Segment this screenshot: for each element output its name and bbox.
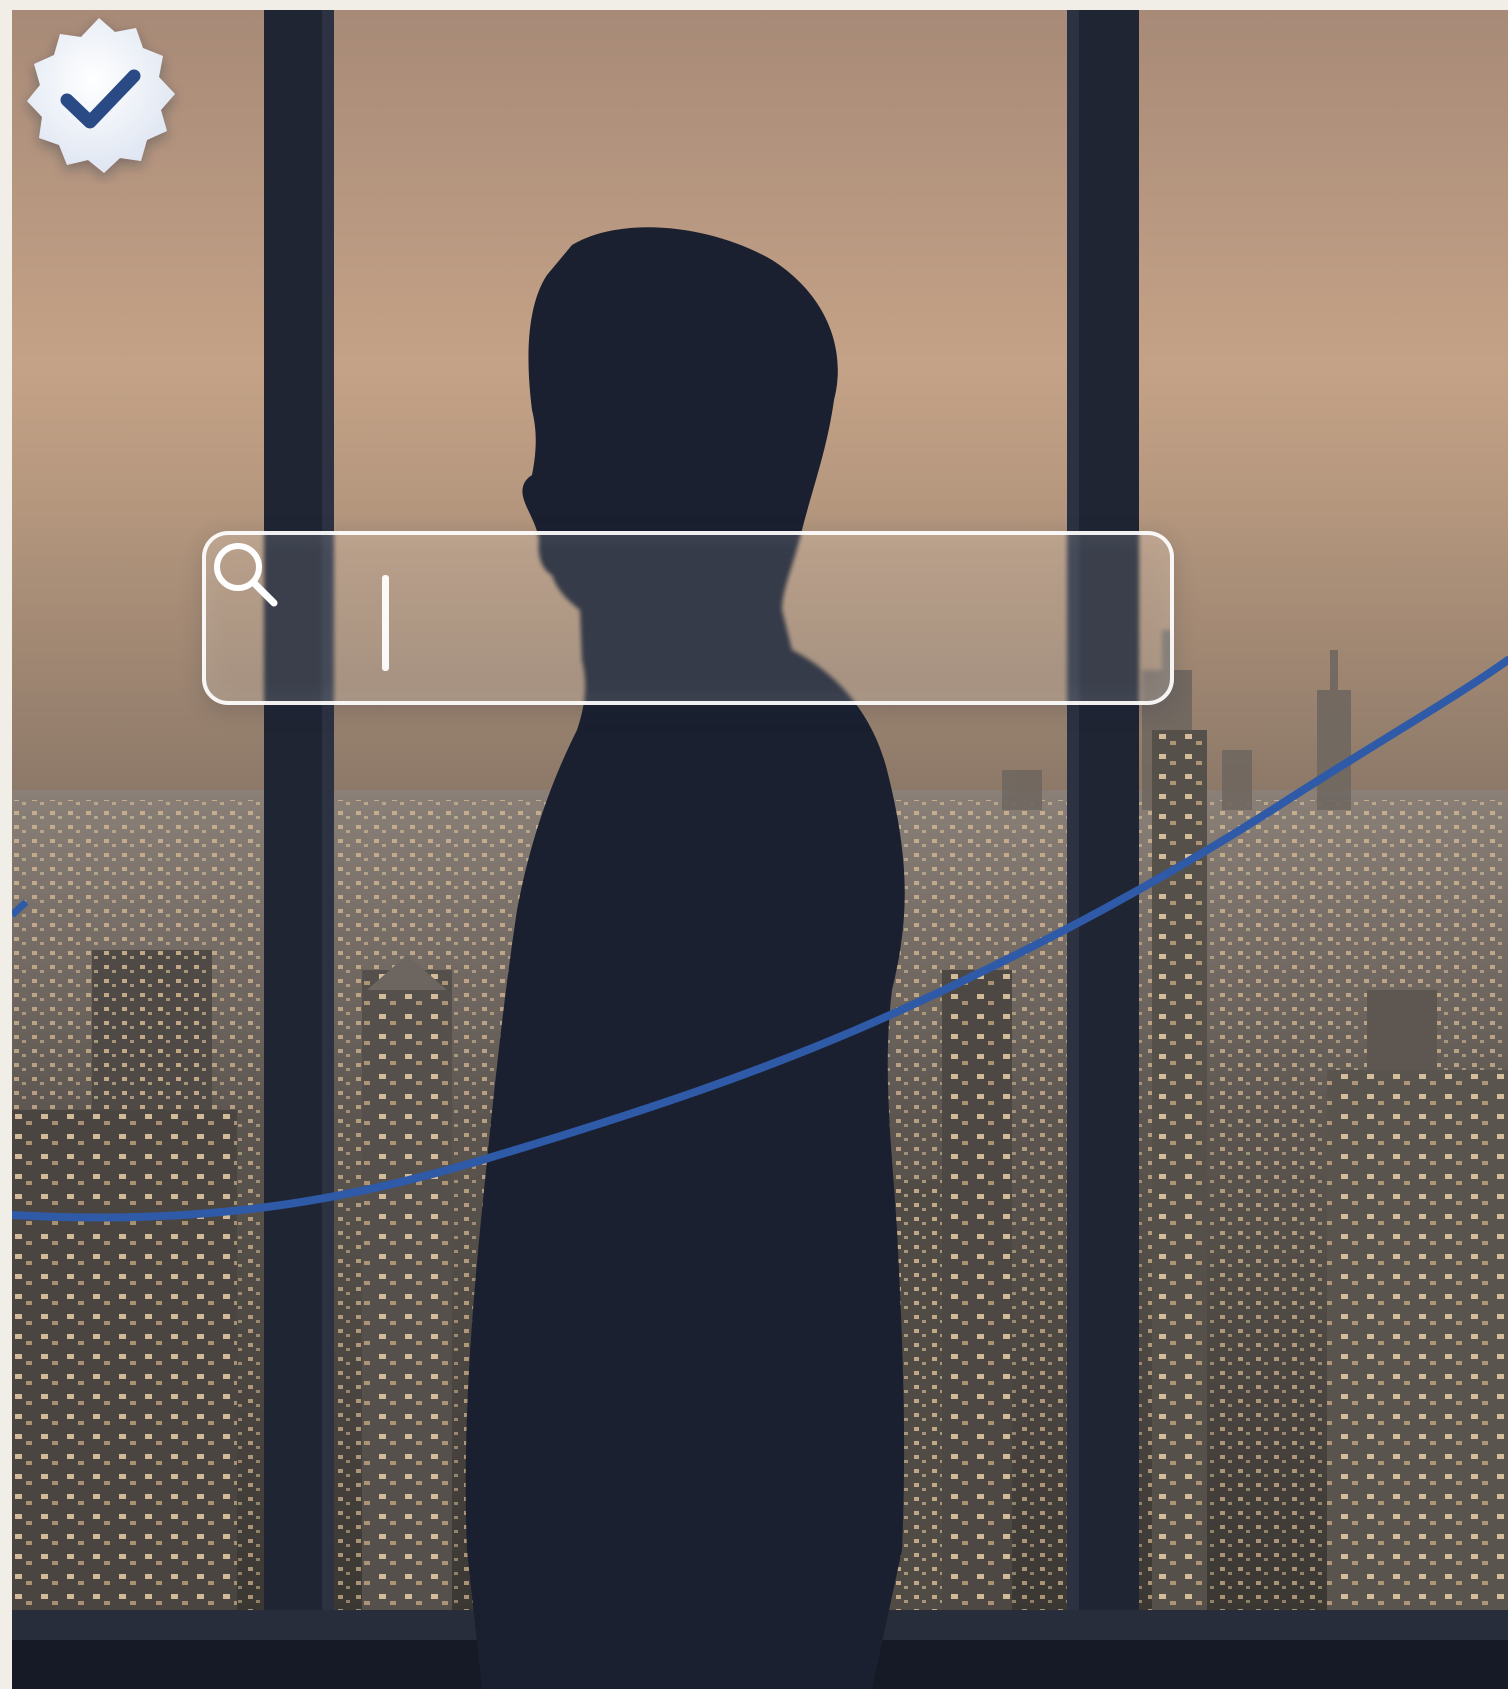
page-frame [0,0,1508,1689]
verified-check-icon [27,18,175,173]
search-icon [214,543,278,607]
search-bar[interactable] [202,531,1174,705]
photo-scene [12,10,1508,1689]
city-window-illustration [12,10,1508,1689]
text-cursor [382,575,389,671]
